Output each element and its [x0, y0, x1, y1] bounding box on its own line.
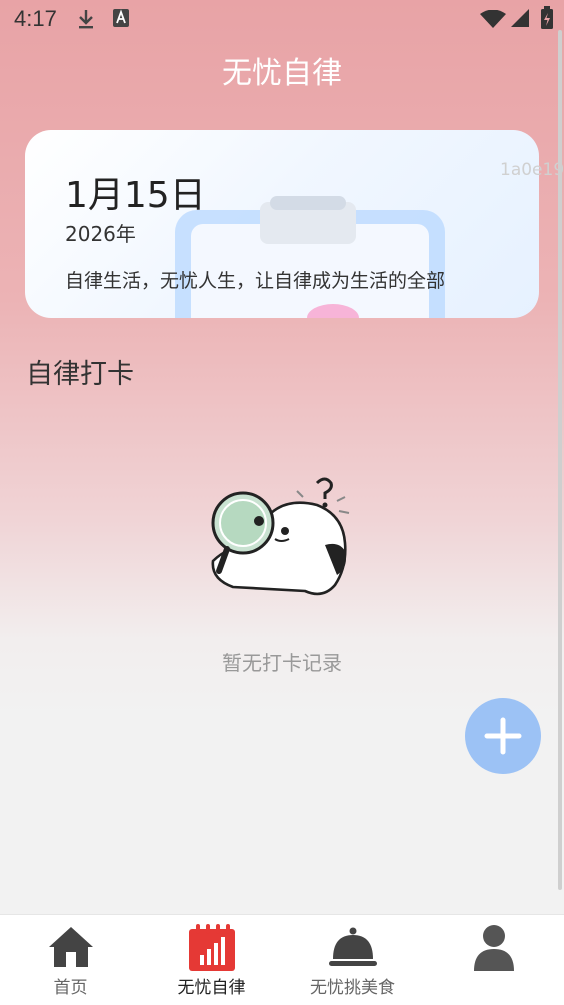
- nav-label-discipline: 无忧自律: [177, 978, 246, 998]
- nav-item-home[interactable]: 首页: [0, 915, 141, 1005]
- status-time: 4:17: [14, 6, 57, 31]
- a-notification-icon: [112, 8, 130, 32]
- calendar-chart-icon: [189, 924, 235, 971]
- nav-item-discipline[interactable]: 无忧自律: [141, 915, 282, 1005]
- signal-icon: [510, 8, 530, 32]
- battery-icon: [540, 6, 554, 34]
- home-icon: [49, 927, 93, 967]
- magnifier-mascot-illustration: [211, 477, 350, 596]
- scrollbar[interactable]: [558, 30, 562, 890]
- page-title: 无忧自律: [222, 56, 342, 91]
- clipboard-illustration: [175, 196, 445, 318]
- add-checkin-button[interactable]: [465, 698, 541, 774]
- nav-label-home: 首页: [53, 978, 88, 998]
- section-title: 自律打卡: [26, 359, 134, 390]
- food-cloche-icon: [329, 927, 377, 966]
- card-date: 1月15日: [65, 175, 206, 216]
- card-motto: 自律生活，无忧人生，让自律成为生活的全部: [65, 270, 446, 292]
- status-bar: 4:17: [0, 0, 564, 36]
- nav-item-profile[interactable]: [423, 915, 564, 1005]
- watermark-text: 1a0e19: [500, 160, 564, 180]
- user-icon: [474, 925, 514, 971]
- plus-icon: [484, 717, 522, 755]
- nav-item-food[interactable]: 无忧挑美食: [282, 915, 423, 1005]
- empty-state-text: 暂无打卡记录: [222, 651, 342, 675]
- download-icon: [76, 8, 96, 34]
- wifi-icon: [480, 9, 506, 32]
- date-card: 1月15日 2026年 自律生活，无忧人生，让自律成为生活的全部: [25, 130, 539, 318]
- card-year: 2026年: [65, 222, 136, 246]
- nav-label-food: 无忧挑美食: [310, 978, 395, 998]
- bottom-nav: 首页 无忧自律 无忧挑美食: [0, 914, 564, 1005]
